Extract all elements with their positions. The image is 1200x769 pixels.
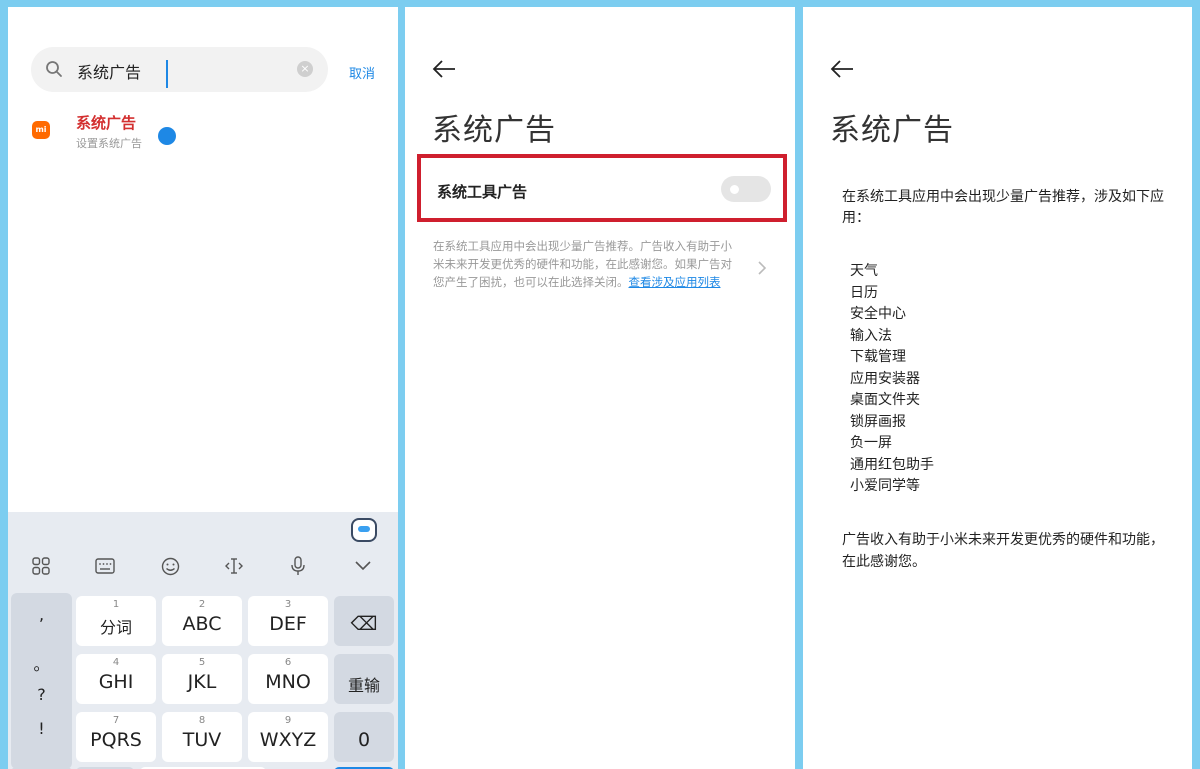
list-item: 天气 bbox=[850, 263, 878, 279]
key-label: GHI bbox=[98, 671, 134, 693]
key-label: MNO bbox=[265, 671, 311, 693]
keyboard: , 。 ? ! 1 分词 2 ABC 3 DEF ⌫ 4 GHI 5 JKL 6… bbox=[8, 512, 398, 769]
microphone-icon[interactable] bbox=[284, 552, 312, 580]
key-1[interactable]: 1 分词 bbox=[76, 596, 156, 646]
list-item: 小爱同学等 bbox=[850, 478, 920, 494]
emoji-icon[interactable] bbox=[156, 552, 184, 580]
back-arrow-icon[interactable] bbox=[431, 59, 457, 79]
result-title: 系统广告 bbox=[76, 114, 137, 132]
list-item: 安全中心 bbox=[850, 306, 906, 322]
list-item: 通用红包助手 bbox=[850, 456, 934, 473]
assistant-robot-icon[interactable] bbox=[351, 518, 377, 542]
key-number: 8 bbox=[198, 715, 206, 726]
back-arrow-icon[interactable] bbox=[829, 59, 855, 79]
search-icon bbox=[46, 61, 62, 77]
cancel-button[interactable]: 取消 bbox=[349, 63, 375, 82]
key-label: JKL bbox=[187, 671, 217, 693]
key-number: 3 bbox=[284, 599, 292, 610]
grid-icon[interactable] bbox=[27, 552, 55, 580]
punctuation-column: , 。 ? ! bbox=[11, 593, 72, 769]
reset-input-key[interactable]: 重输 bbox=[334, 654, 394, 704]
settings-screen: 系统广告 系统工具广告 在系统工具应用中会出现少量广告推荐。广告收入有助于小米未… bbox=[405, 7, 795, 769]
key-6[interactable]: 6 MNO bbox=[248, 654, 328, 704]
mi-app-icon: mi bbox=[32, 121, 50, 139]
key-label: 分词 bbox=[99, 618, 132, 637]
list-item: 锁屏画报 bbox=[850, 413, 906, 430]
key-label: PQRS bbox=[90, 729, 142, 751]
key-label: WXYZ bbox=[259, 729, 317, 751]
list-item: 应用安装器 bbox=[850, 370, 920, 387]
punct-key[interactable]: 。 bbox=[11, 651, 72, 675]
ads-toggle-switch[interactable] bbox=[721, 176, 771, 202]
system-tool-ads-setting[interactable]: 系统工具广告 bbox=[417, 154, 787, 222]
backspace-key[interactable]: ⌫ bbox=[334, 596, 394, 646]
keyboard-icon[interactable] bbox=[91, 552, 119, 580]
key-label: DEF bbox=[269, 613, 307, 635]
backspace-icon: ⌫ bbox=[350, 613, 378, 635]
view-app-list-link[interactable]: 查看涉及应用列表 bbox=[629, 275, 721, 289]
intro-text: 在系统工具应用中会出现少量广告推荐，涉及如下应用： bbox=[842, 189, 1164, 226]
punct-key[interactable]: ! bbox=[11, 719, 72, 738]
page-title: 系统广告 bbox=[830, 113, 954, 148]
key-0[interactable]: 0 bbox=[334, 712, 394, 762]
search-input[interactable]: 系统广告 bbox=[77, 59, 141, 83]
outro-text: 广告收入有助于小米未来开发更优秀的硬件和功能，在此感谢您。 bbox=[842, 532, 1164, 570]
key-number: 2 bbox=[198, 599, 206, 610]
key-7[interactable]: 7 PQRS bbox=[76, 712, 156, 762]
list-item: 负一屏 bbox=[850, 435, 892, 451]
key-5[interactable]: 5 JKL bbox=[162, 654, 242, 704]
key-number: 7 bbox=[112, 715, 120, 726]
key-number: 5 bbox=[198, 657, 206, 668]
list-item: 桌面文件夹 bbox=[850, 392, 920, 408]
list-item: 日历 bbox=[850, 284, 878, 301]
setting-label: 系统工具广告 bbox=[437, 183, 528, 201]
key-9[interactable]: 9 WXYZ bbox=[248, 712, 328, 762]
key-label: TUV bbox=[182, 729, 222, 751]
key-label: 0 bbox=[357, 729, 371, 751]
key-number: 9 bbox=[284, 715, 292, 726]
cursor-move-icon[interactable] bbox=[220, 552, 248, 580]
key-label: ABC bbox=[182, 613, 222, 635]
text-cursor bbox=[166, 60, 168, 88]
search-screen: 系统广告 × 取消 mi 系统广告 设置系统广告 , 。 ? ! 1 分词 2 … bbox=[8, 7, 398, 769]
page-title: 系统广告 bbox=[432, 113, 556, 148]
search-result-item[interactable]: mi 系统广告 设置系统广告 bbox=[28, 109, 378, 157]
key-label: 重输 bbox=[347, 676, 380, 695]
list-item: 下载管理 bbox=[850, 349, 906, 365]
clear-icon[interactable]: × bbox=[297, 61, 313, 77]
setting-description: 在系统工具应用中会出现少量广告推荐。广告收入有助于小米未来开发更优秀的硬件和功能… bbox=[433, 237, 733, 291]
key-3[interactable]: 3 DEF bbox=[248, 596, 328, 646]
toggle-knob bbox=[730, 185, 739, 194]
punct-key[interactable]: ? bbox=[11, 685, 72, 704]
key-2[interactable]: 2 ABC bbox=[162, 596, 242, 646]
key-8[interactable]: 8 TUV bbox=[162, 712, 242, 762]
affected-app-list: 天气 日历 安全中心 输入法 下载管理 应用安装器 桌面文件夹 锁屏画报 负一屏… bbox=[850, 261, 934, 498]
chevron-right-icon[interactable] bbox=[757, 260, 767, 276]
app-list-screen: 系统广告 在系统工具应用中会出现少量广告推荐，涉及如下应用： 天气 日历 安全中… bbox=[803, 7, 1192, 769]
key-number: 4 bbox=[112, 657, 120, 668]
key-number: 6 bbox=[284, 657, 292, 668]
key-number: 1 bbox=[112, 599, 120, 610]
collapse-keyboard-icon[interactable] bbox=[349, 552, 377, 580]
key-4[interactable]: 4 GHI bbox=[76, 654, 156, 704]
result-subtitle: 设置系统广告 bbox=[76, 137, 142, 150]
punct-key[interactable]: , bbox=[11, 605, 72, 624]
search-bar[interactable]: 系统广告 × bbox=[31, 47, 328, 145]
list-item: 输入法 bbox=[850, 327, 892, 344]
keyboard-toolbar bbox=[8, 548, 398, 584]
